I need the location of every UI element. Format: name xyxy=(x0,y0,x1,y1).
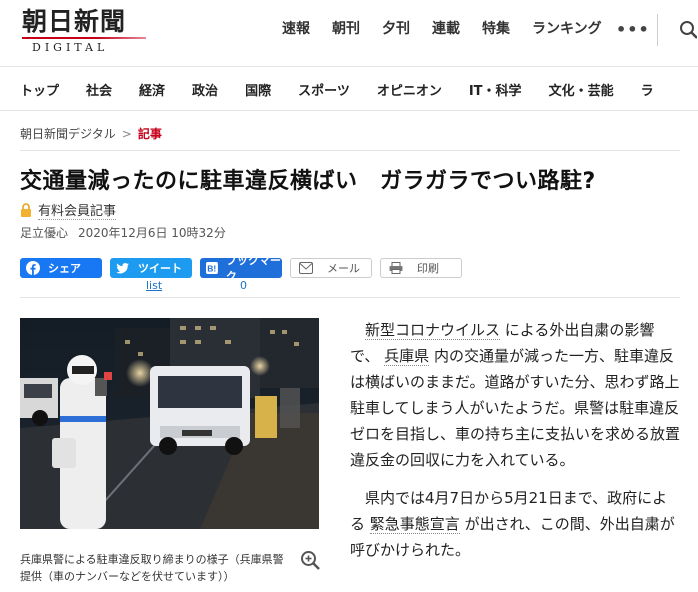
twitter-bird-icon xyxy=(116,263,129,274)
category-nav: トップ 社会 経済 政治 国際 スポーツ オピニオン IT・科学 文化・芸能 ラ xyxy=(0,66,698,111)
category-top[interactable]: トップ xyxy=(20,80,59,99)
facebook-share-label: シェア xyxy=(48,262,81,275)
category-society[interactable]: 社会 xyxy=(86,80,112,99)
lock-icon xyxy=(21,203,31,217)
hatena-bookmark-label: ブックマーク xyxy=(225,254,281,283)
site-header: 朝日新聞 DIGITAL 速報 朝刊 夕刊 連載 特集 ランキング ••• xyxy=(0,0,698,64)
category-economy[interactable]: 経済 xyxy=(139,80,165,99)
photo-caption: 兵庫県警による駐車違反取り締まりの様子（兵庫県警提供（車のナンバーなどを伏せてい… xyxy=(20,553,284,583)
body-paragraph: 県内では4月7日から5月21日まで、政府による 緊急事態宣言 が出され、この間、… xyxy=(350,485,680,563)
paid-member-badge[interactable]: 有料会員記事 xyxy=(20,200,117,220)
mail-icon xyxy=(299,262,313,274)
search-icon[interactable] xyxy=(679,20,697,40)
category-opinion[interactable]: オピニオン xyxy=(377,80,442,99)
article-body: 新型コロナウイルス による外出自粛の影響で、 兵庫県 内の交通量が減った一方、駐… xyxy=(350,317,680,575)
category-sports[interactable]: スポーツ xyxy=(298,80,350,99)
paid-member-label[interactable]: 有料会員記事 xyxy=(38,200,117,220)
top-nav-item[interactable]: 速報 xyxy=(282,18,310,38)
share-bar: シェア ツイート B! ブックマーク メール 印刷 xyxy=(20,254,470,283)
hatena-bookmark-button[interactable]: B! ブックマーク xyxy=(200,254,282,283)
hatena-bookmark-count[interactable]: 0 xyxy=(240,279,247,292)
breadcrumb-home[interactable]: 朝日新聞デジタル xyxy=(20,127,116,141)
svg-text:B!: B! xyxy=(207,263,216,273)
breadcrumb-current: 記事 xyxy=(137,127,162,141)
divider xyxy=(20,297,680,298)
twitter-share-label: ツイート xyxy=(138,262,182,275)
top-nav-item[interactable]: ランキング xyxy=(532,18,602,38)
facebook-icon xyxy=(26,261,40,275)
article-title: 交通量減ったのに駐車違反横ばい ガラガラでつい路駐? xyxy=(20,169,596,194)
body-paragraph: 新型コロナウイルス による外出自粛の影響で、 兵庫県 内の交通量が減った一方、駐… xyxy=(350,317,680,473)
hatena-bookmark-icon: B! xyxy=(206,262,218,274)
divider xyxy=(20,150,680,151)
category-international[interactable]: 国際 xyxy=(245,80,271,99)
top-nav-item[interactable]: 連載 xyxy=(432,18,460,38)
logo-digital: DIGITAL xyxy=(32,41,109,54)
mail-share-button[interactable]: メール xyxy=(290,258,372,278)
top-nav-item[interactable]: 朝刊 xyxy=(332,18,360,38)
category-partial[interactable]: ラ xyxy=(641,80,654,99)
category-it-science[interactable]: IT・科学 xyxy=(469,80,522,99)
print-label: 印刷 xyxy=(417,262,439,275)
top-nav-item[interactable]: 夕刊 xyxy=(382,18,410,38)
printer-icon xyxy=(389,262,403,274)
zoom-in-icon[interactable] xyxy=(300,550,320,570)
publish-date: 2020年12月6日 10時32分 xyxy=(78,226,226,240)
logo-wordmark: 朝日新聞 xyxy=(22,7,127,36)
article-photo[interactable] xyxy=(20,318,319,529)
more-menu-icon[interactable]: ••• xyxy=(616,20,650,39)
keyword-link[interactable]: 緊急事態宣言 xyxy=(369,515,460,534)
category-culture[interactable]: 文化・芸能 xyxy=(549,80,614,99)
twitter-count-link[interactable]: list xyxy=(146,279,162,292)
top-nav: 速報 朝刊 夕刊 連載 特集 ランキング xyxy=(282,18,624,38)
breadcrumb-separator: > xyxy=(121,127,132,141)
header-divider xyxy=(657,14,658,46)
keyword-link[interactable]: 新型コロナウイルス xyxy=(365,321,501,340)
breadcrumb: 朝日新聞デジタル > 記事 xyxy=(20,125,162,142)
facebook-share-button[interactable]: シェア xyxy=(20,258,102,278)
print-button[interactable]: 印刷 xyxy=(380,258,462,278)
author-name: 足立優心 xyxy=(20,226,69,240)
keyword-link[interactable]: 兵庫県 xyxy=(384,347,430,366)
category-politics[interactable]: 政治 xyxy=(192,80,218,99)
top-nav-item[interactable]: 特集 xyxy=(482,18,510,38)
twitter-share-button[interactable]: ツイート xyxy=(110,258,192,278)
logo-underline xyxy=(22,37,146,39)
mail-share-label: メール xyxy=(327,262,360,275)
site-logo[interactable]: 朝日新聞 DIGITAL xyxy=(22,8,152,54)
byline: 足立優心 2020年12月6日 10時32分 xyxy=(20,224,236,241)
photo-night-street-scene xyxy=(20,318,319,529)
